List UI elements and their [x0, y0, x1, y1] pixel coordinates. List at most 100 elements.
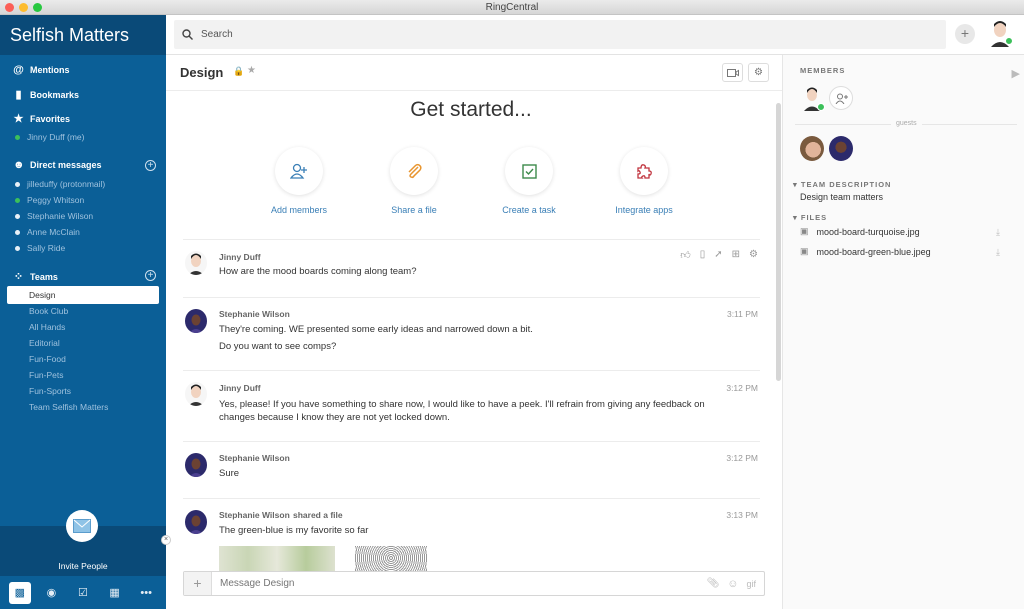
- team-item[interactable]: Fun-Pets: [29, 370, 64, 380]
- teams-icon: ⁘: [13, 271, 24, 283]
- author-avatar-jinny[interactable]: [185, 382, 207, 406]
- favorite-item[interactable]: Jinny Duff (me): [15, 132, 84, 142]
- tasks-tab[interactable]: ☑: [72, 582, 94, 604]
- team-item[interactable]: Fun-Sports: [29, 386, 71, 396]
- pin-icon[interactable]: ➚: [714, 249, 722, 261]
- status-online-icon: [15, 134, 20, 140]
- image-thumbnail-turquoise[interactable]: [355, 546, 427, 571]
- author-avatar-stephanie[interactable]: [185, 309, 207, 333]
- file-item[interactable]: ▣ mood-board-green-blue.jpeg: [800, 246, 931, 257]
- bottom-nav: ▩ ◉ ☑ ▦ •••: [0, 576, 166, 609]
- dm-item[interactable]: jilleduffy (protonmail): [15, 179, 105, 189]
- image-thumbnail-green-blue[interactable]: [219, 546, 335, 571]
- close-window-button[interactable]: [5, 3, 14, 12]
- team-item[interactable]: Editorial: [29, 338, 60, 348]
- settings-gear-icon[interactable]: ⚙: [749, 249, 758, 261]
- members-heading: MEMBERS: [800, 66, 846, 75]
- team-item[interactable]: Book Club: [29, 306, 68, 316]
- collapse-panel-icon[interactable]: ▶: [1012, 67, 1020, 80]
- create-task-action[interactable]: Create a task: [479, 147, 579, 215]
- add-team-button[interactable]: +: [145, 270, 156, 281]
- files-heading[interactable]: ▾ FILES: [793, 213, 827, 222]
- message-item[interactable]: Stephanie Wilson shared a file 3:13 PM T…: [183, 498, 760, 571]
- person-icon: ☻: [13, 159, 25, 171]
- messages-tab[interactable]: ▩: [8, 581, 31, 604]
- message-item[interactable]: Jinny Duff 3:12 PM Yes, please! If you h…: [183, 370, 760, 441]
- zoom-window-button[interactable]: [33, 3, 42, 12]
- workspace-name[interactable]: Selfish Matters: [0, 15, 166, 55]
- attach-paperclip-icon[interactable]: 📎︎: [707, 578, 720, 589]
- emoji-icon[interactable]: ☺: [727, 578, 738, 590]
- teams-header[interactable]: ⁘ Teams: [13, 270, 58, 283]
- gear-icon: ⚙: [754, 67, 763, 78]
- team-item[interactable]: All Hands: [29, 322, 65, 332]
- dm-item[interactable]: Anne McClain: [15, 227, 80, 237]
- file-item[interactable]: ▣ mood-board-turquoise.jpg: [800, 226, 920, 237]
- paperclip-icon: [408, 163, 422, 179]
- integrate-apps-action[interactable]: Integrate apps: [594, 147, 694, 215]
- nav-favorites[interactable]: ★ Favorites: [13, 112, 70, 125]
- gif-button[interactable]: gif: [746, 579, 756, 589]
- top-bar: Search +: [166, 15, 1024, 55]
- message-input[interactable]: [212, 578, 707, 589]
- calendar-tab[interactable]: ▦: [104, 582, 126, 604]
- chat-scrollbar[interactable]: [776, 103, 781, 381]
- team-description-heading[interactable]: ▾ TEAM DESCRIPTION: [793, 180, 891, 189]
- more-tab[interactable]: •••: [135, 582, 157, 604]
- add-members-action[interactable]: Add members: [249, 147, 349, 215]
- guest-avatar[interactable]: [829, 136, 853, 161]
- nav-mentions[interactable]: @ Mentions: [13, 64, 69, 76]
- conversation-settings-button[interactable]: ⚙: [748, 63, 769, 82]
- dm-item[interactable]: Sally Ride: [15, 243, 65, 253]
- invite-people-button[interactable]: [66, 510, 98, 542]
- close-invite-button[interactable]: ×: [161, 535, 171, 545]
- calendar-icon: ▦: [109, 587, 120, 599]
- window-titlebar: RingCentral: [0, 0, 1024, 15]
- status-online-icon: [15, 197, 20, 203]
- puzzle-icon: [637, 164, 652, 179]
- caret-down-icon: ▾: [793, 180, 801, 189]
- guest-avatar[interactable]: [800, 136, 824, 161]
- add-direct-message-button[interactable]: +: [145, 160, 156, 171]
- add-person-icon: [290, 163, 307, 179]
- image-file-icon: ▣: [800, 226, 809, 236]
- search-icon: [182, 29, 193, 40]
- download-icon[interactable]: ⤓: [996, 247, 1000, 258]
- invite-people-label: Invite People: [58, 561, 108, 571]
- chat-bubbles-icon: ▩: [14, 587, 25, 599]
- author-avatar-stephanie[interactable]: [185, 510, 207, 534]
- member-avatar[interactable]: [801, 85, 825, 111]
- nav-bookmarks[interactable]: ▮ Bookmarks: [13, 88, 79, 101]
- team-item[interactable]: Team Selfish Matters: [29, 402, 108, 412]
- message-item[interactable]: Stephanie Wilson 3:11 PM They're coming.…: [183, 297, 760, 370]
- add-person-icon: [835, 93, 848, 104]
- download-icon[interactable]: ⤓: [996, 227, 1000, 238]
- envelope-icon: [73, 519, 91, 533]
- composer-add-button[interactable]: +: [184, 572, 212, 595]
- add-member-button[interactable]: [829, 86, 853, 110]
- direct-messages-header[interactable]: ☻ Direct messages: [13, 159, 102, 171]
- message-item[interactable]: Jinny Duff How are the mood boards comin…: [183, 239, 760, 297]
- share-file-action[interactable]: Share a file: [364, 147, 464, 215]
- user-avatar[interactable]: [988, 19, 1014, 47]
- add-task-icon[interactable]: ⊞: [732, 249, 740, 261]
- conversation-title: Design: [180, 65, 224, 80]
- new-action-button[interactable]: +: [955, 24, 975, 44]
- author-avatar-stephanie[interactable]: [185, 453, 207, 477]
- dm-item[interactable]: Peggy Whitson: [15, 195, 84, 205]
- contacts-tab[interactable]: ◉: [40, 582, 62, 604]
- get-started-heading: Get started...: [410, 98, 532, 121]
- conversation-header: Design 🔒 ★ ⚙: [166, 55, 782, 91]
- search-input[interactable]: Search: [174, 20, 946, 49]
- like-icon[interactable]: 👍︎: [680, 249, 690, 261]
- dm-item[interactable]: Stephanie Wilson: [15, 211, 93, 221]
- favorite-star-icon[interactable]: ★: [247, 65, 256, 76]
- video-call-button[interactable]: [722, 63, 743, 82]
- minimize-window-button[interactable]: [19, 3, 28, 12]
- bookmark-icon[interactable]: ▯: [700, 249, 706, 261]
- team-item-design[interactable]: Design: [7, 286, 159, 304]
- author-avatar-jinny[interactable]: [185, 251, 207, 275]
- team-item[interactable]: Fun-Food: [29, 354, 66, 364]
- message-item[interactable]: Stephanie Wilson 3:12 PM Sure: [183, 441, 760, 498]
- video-camera-icon: [726, 68, 739, 77]
